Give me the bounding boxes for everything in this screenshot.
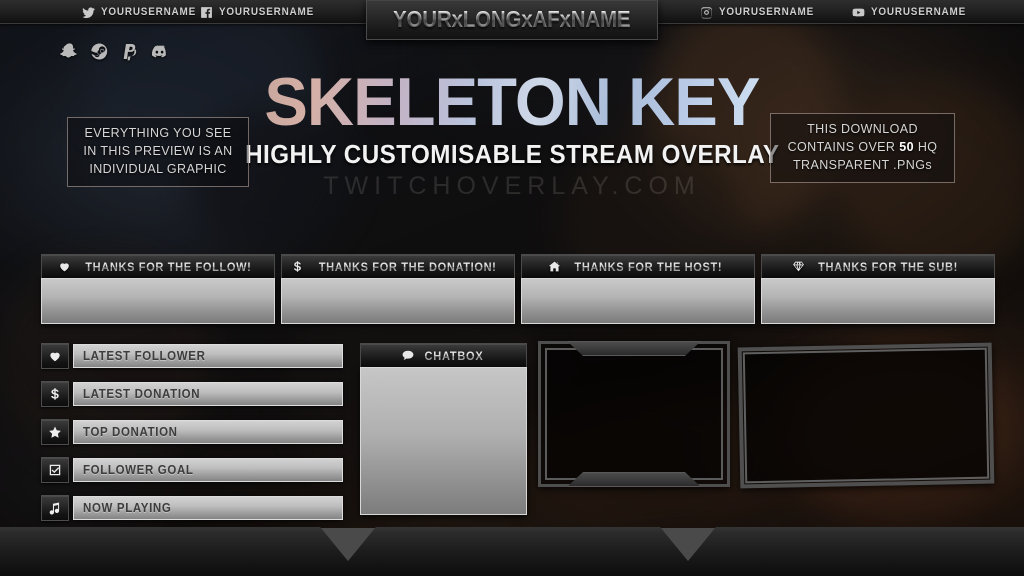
diamond-icon (792, 260, 805, 273)
alert-body-host (521, 278, 755, 324)
page-subtitle: HIGHLY CUSTOMISABLE STREAM OVERLAY (244, 138, 780, 169)
bottom-bar (0, 527, 1024, 576)
discord-icon[interactable] (150, 42, 169, 66)
label-bar-latest-follower[interactable]: LATEST FOLLOWER (41, 343, 343, 369)
alert-body-sub (761, 278, 995, 324)
label-bar-field-latest-follower[interactable]: LATEST FOLLOWER (73, 344, 343, 368)
label-bar-top-donation[interactable]: TOP DONATION (41, 419, 343, 445)
label-bar-text-top-donation: TOP DONATION (83, 425, 178, 439)
alert-label-sub: THANKS FOR THE SUB! (818, 259, 958, 274)
speech-bubble-icon (401, 349, 415, 362)
chatbox-body (360, 367, 527, 515)
label-bar-field-follower-goal[interactable]: FOLLOWER GOAL (73, 458, 343, 482)
checkbox-icon (41, 457, 69, 483)
info-box-left-line1: EVERYTHING YOU SEE (84, 126, 232, 140)
alert-label-host: THANKS FOR THE HOST! (574, 259, 722, 274)
webcam-frame-notched[interactable] (538, 341, 730, 487)
heart-icon (41, 343, 69, 369)
alert-box-sub[interactable]: THANKS FOR THE SUB! (761, 254, 995, 324)
alert-label-follow: THANKS FOR THE FOLLOW! (84, 259, 252, 274)
alert-box-donation[interactable]: THANKS FOR THE DONATION! (281, 254, 515, 324)
label-bar-text-latest-follower: LATEST FOLLOWER (83, 349, 206, 363)
info-box-right-line3: TRANSPARENT .PNGs (793, 157, 932, 172)
label-bar-field-now-playing[interactable]: NOW PLAYING (73, 496, 343, 520)
chatbox-panel[interactable]: CHATBOX (360, 343, 527, 515)
label-bars-list: LATEST FOLLOWER LATEST DONATION TOP DONA… (41, 343, 343, 533)
twitter-icon (82, 6, 95, 19)
heart-icon (58, 260, 71, 273)
stream-nameplate[interactable]: YOURxLONGxAFxNAME (366, 0, 658, 40)
label-bar-latest-donation[interactable]: LATEST DONATION (41, 381, 343, 407)
social-username-youtube: YOURUSERNAME (871, 6, 966, 18)
social-username-instagram: YOURUSERNAME (719, 6, 814, 18)
webcam-frame-tab-top (567, 341, 701, 356)
social-link-twitter[interactable]: YOURUSERNAME (82, 0, 207, 24)
snapchat-icon[interactable] (60, 42, 79, 66)
alert-body-donation (281, 278, 515, 324)
label-bar-now-playing[interactable]: NOW PLAYING (41, 495, 343, 521)
webcam-frame-notched-inner (545, 348, 723, 480)
overlay-preview-canvas: YOURUSERNAME YOURUSERNAME YOURUSERNAME Y… (0, 0, 1024, 576)
youtube-icon (852, 6, 865, 19)
chatbox-label: CHATBOX (424, 348, 484, 363)
house-icon (548, 260, 561, 273)
dollar-icon (291, 260, 304, 273)
png-count: 50 (899, 139, 914, 154)
alert-header-sub: THANKS FOR THE SUB! (761, 254, 995, 278)
instagram-icon (700, 6, 713, 19)
alert-box-follow[interactable]: THANKS FOR THE FOLLOW! (41, 254, 275, 324)
info-box-left-line3: INDIVIDUAL GRAPHIC (89, 161, 227, 176)
info-box-download-note: THIS DOWNLOAD CONTAINS OVER 50 HQ TRANSP… (770, 113, 955, 184)
label-bar-text-latest-donation: LATEST DONATION (83, 387, 201, 401)
dollar-icon (41, 381, 69, 407)
paypal-icon[interactable] (120, 42, 139, 66)
steam-icon[interactable] (90, 42, 109, 66)
alert-box-host[interactable]: THANKS FOR THE HOST! (521, 254, 755, 324)
info-box-right-line2-pre: CONTAINS OVER (787, 139, 900, 154)
label-bar-text-now-playing: NOW PLAYING (83, 501, 172, 515)
social-username-twitter: YOURUSERNAME (101, 6, 196, 18)
info-box-preview-note: EVERYTHING YOU SEE IN THIS PREVIEW IS AN… (67, 117, 249, 188)
info-box-right-line1: THIS DOWNLOAD (807, 122, 918, 136)
facebook-icon (200, 6, 213, 19)
webcam-frame-plain-inner (742, 347, 990, 484)
webcam-frame-tab-bottom (567, 472, 701, 487)
music-icon (41, 495, 69, 521)
social-link-instagram[interactable]: YOURUSERNAME (700, 0, 825, 24)
social-link-facebook[interactable]: YOURUSERNAME (200, 0, 325, 24)
label-bar-field-top-donation[interactable]: TOP DONATION (73, 420, 343, 444)
alert-label-donation: THANKS FOR THE DONATION! (319, 259, 497, 274)
alert-body-follow (41, 278, 275, 324)
alert-header-donation: THANKS FOR THE DONATION! (281, 254, 515, 278)
social-link-youtube[interactable]: YOURUSERNAME (852, 0, 977, 24)
page-title: SKELETON KEY (264, 64, 760, 140)
label-bar-field-latest-donation[interactable]: LATEST DONATION (73, 382, 343, 406)
stream-nameplate-text: YOURxLONGxAFxNAME (393, 6, 631, 32)
alert-header-follow: THANKS FOR THE FOLLOW! (41, 254, 275, 278)
social-username-facebook: YOURUSERNAME (219, 6, 314, 18)
info-box-left-line2: IN THIS PREVIEW IS AN (83, 143, 233, 158)
webcam-frame-plain[interactable] (737, 342, 995, 489)
secondary-social-icon-row (60, 42, 169, 66)
chatbox-header: CHATBOX (360, 343, 527, 367)
label-bar-text-follower-goal: FOLLOWER GOAL (83, 463, 194, 477)
label-bar-follower-goal[interactable]: FOLLOWER GOAL (41, 457, 343, 483)
info-box-right-line2: CONTAINS OVER 50 HQ (781, 139, 944, 157)
alert-header-host: THANKS FOR THE HOST! (521, 254, 755, 278)
star-icon (41, 419, 69, 445)
info-box-right-line2-post: HQ (913, 139, 938, 154)
